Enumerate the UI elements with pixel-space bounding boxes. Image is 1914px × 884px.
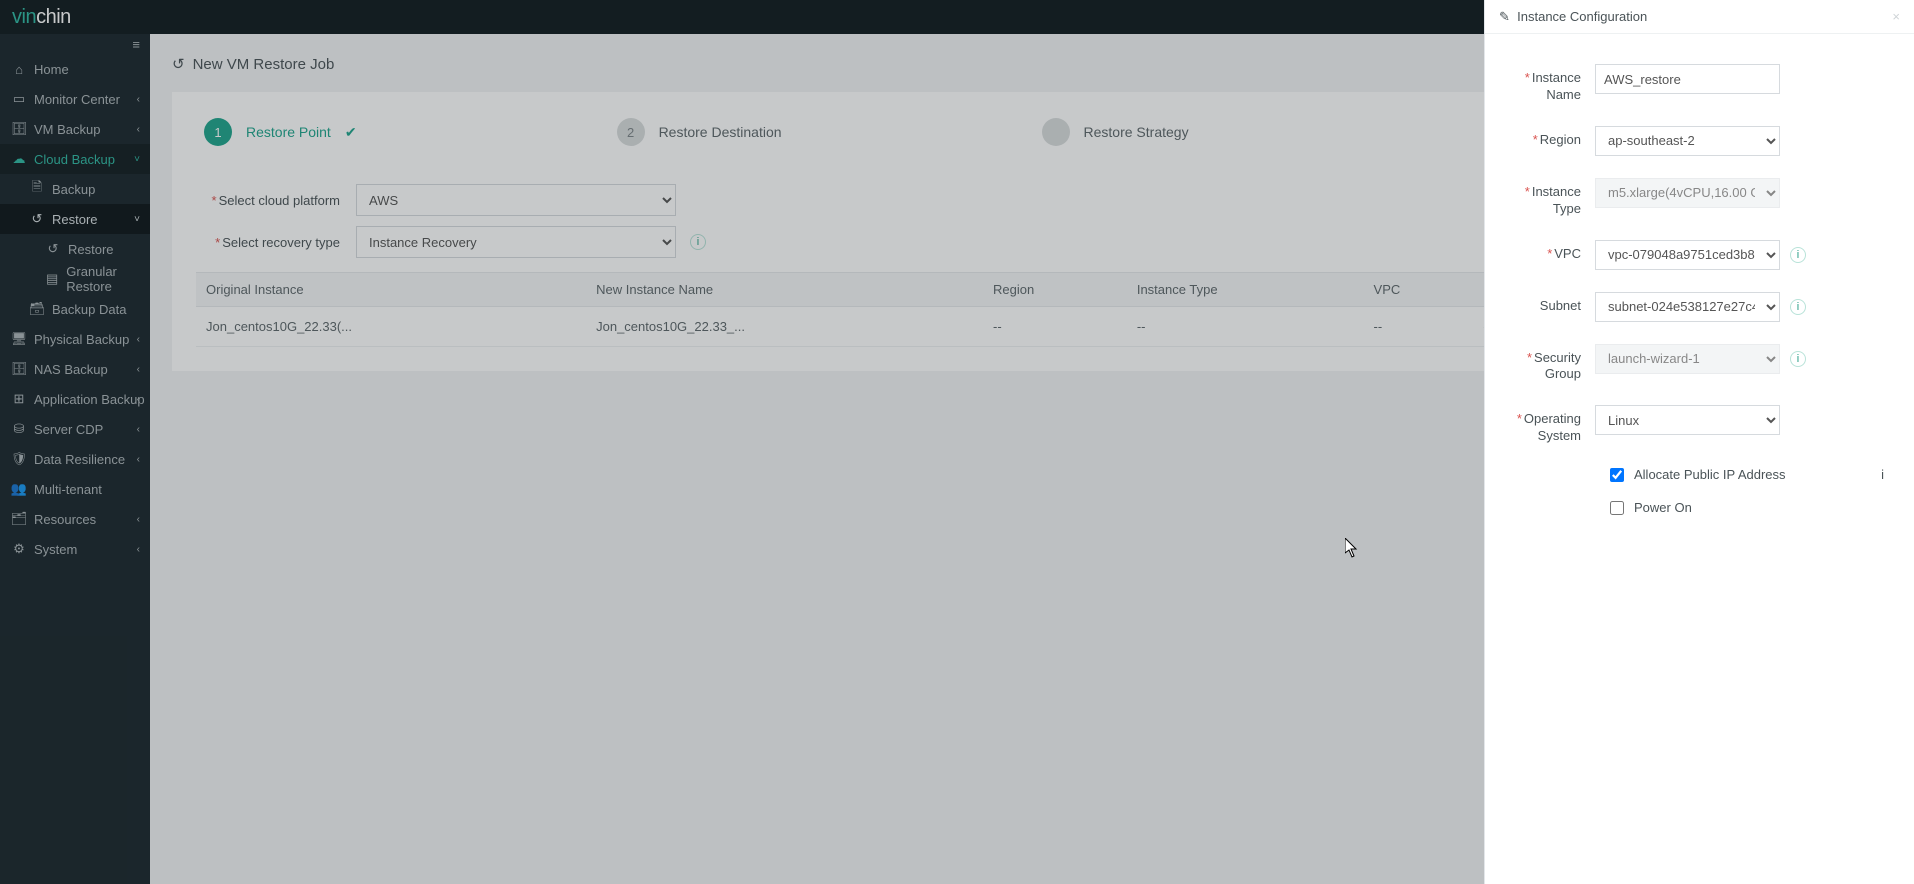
info-icon[interactable]: i <box>1790 299 1806 315</box>
subnet-select[interactable]: subnet-024e538127e27c452 <box>1595 292 1780 322</box>
info-icon[interactable]: i <box>1881 467 1884 482</box>
row-power-on: Power On <box>1610 500 1884 515</box>
instance-config-panel: ✎ Instance Configuration × *Instance Nam… <box>1484 0 1914 884</box>
info-icon[interactable]: i <box>1790 351 1806 367</box>
region-select[interactable]: ap-southeast-2 <box>1595 126 1780 156</box>
vpc-select[interactable]: vpc-079048a9751ced3b8 <box>1595 240 1780 270</box>
power-on-checkbox[interactable] <box>1610 501 1624 515</box>
row-vpc: *VPC vpc-079048a9751ced3b8i <box>1495 240 1884 270</box>
os-select[interactable]: Linux <box>1595 405 1780 435</box>
security-group-select[interactable]: launch-wizard-1 <box>1595 344 1780 374</box>
row-subnet: Subnet subnet-024e538127e27c452i <box>1495 292 1884 322</box>
config-icon: ✎ <box>1499 9 1510 24</box>
instance-name-input[interactable] <box>1595 64 1780 94</box>
row-allocate-ip: Allocate Public IP Address i <box>1610 467 1884 482</box>
close-icon[interactable]: × <box>1892 9 1900 24</box>
instance-type-select[interactable]: m5.xlarge(4vCPU,16.00 GB) <box>1595 178 1780 208</box>
row-region: *Region ap-southeast-2 <box>1495 126 1884 156</box>
allocate-ip-checkbox[interactable] <box>1610 468 1624 482</box>
info-icon[interactable]: i <box>1790 247 1806 263</box>
row-security-group: *Security Group launch-wizard-1i <box>1495 344 1884 384</box>
modal-overlay[interactable] <box>0 0 1484 884</box>
row-instance-name: *Instance Name <box>1495 64 1884 104</box>
panel-header: ✎ Instance Configuration × <box>1485 0 1914 34</box>
mouse-cursor <box>1345 538 1359 563</box>
row-instance-type: *Instance Type m5.xlarge(4vCPU,16.00 GB) <box>1495 178 1884 218</box>
row-os: *Operating System Linux <box>1495 405 1884 445</box>
